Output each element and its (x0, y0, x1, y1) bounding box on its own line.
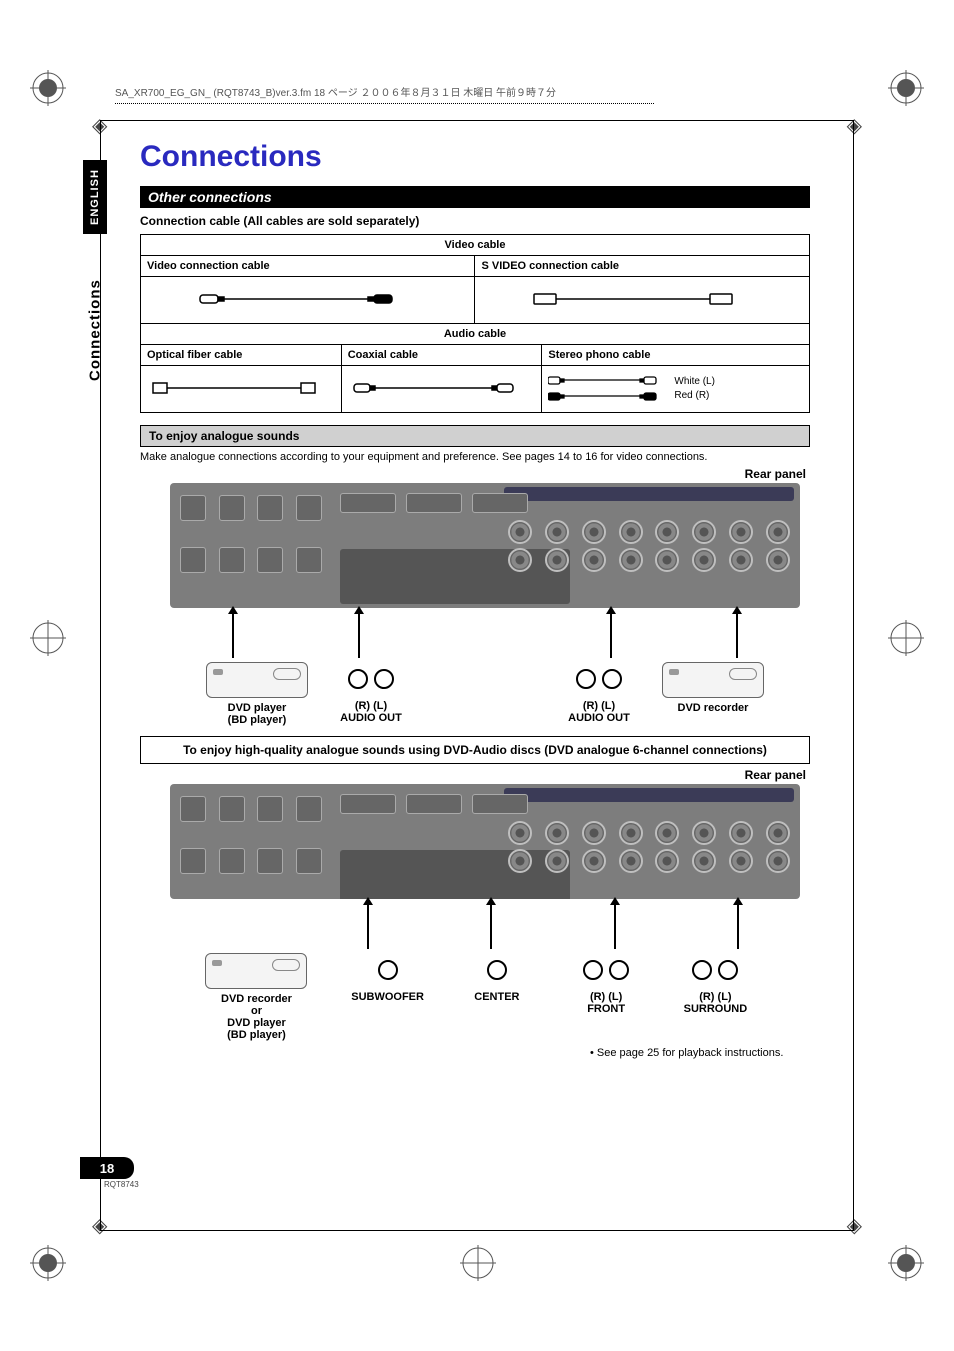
coaxial-cable-label: Coaxial cable (341, 345, 542, 366)
crop-mark-icon (460, 1245, 496, 1281)
audio-out-jacks-icon (574, 662, 624, 696)
dvd-recorder-device-icon (662, 662, 764, 698)
footnote: • See page 25 for playback instructions. (590, 1047, 810, 1059)
crop-mark-icon (30, 1245, 66, 1281)
page-code: RQT8743 (104, 1180, 139, 1189)
device-icon (205, 953, 307, 989)
audio-out-r-label: (R) (L) AUDIO OUT (542, 700, 656, 724)
arrow-down-icon (614, 903, 616, 949)
arrow-down-icon (737, 903, 739, 949)
coaxial-cable-icon (341, 366, 542, 413)
page-number-badge: 18 (80, 1157, 134, 1179)
rear-panel-illustration (170, 483, 800, 608)
diagram-analogue: DVD player (BD player) (R) (L) AUDIO OUT… (170, 483, 800, 726)
arrow-down-icon (232, 612, 234, 658)
dvd-player-label: DVD player (BD player) (200, 702, 314, 726)
analogue-bar: To enjoy analogue sounds (140, 425, 810, 447)
cable-table: Video cable Video connection cable S VID… (140, 234, 810, 413)
front-jacks-icon (581, 953, 631, 987)
page-title: Connections (140, 140, 810, 174)
video-connection-cable-label: Video connection cable (141, 256, 475, 277)
device-multi-label: DVD recorder or DVD player (BD player) (180, 993, 333, 1041)
audio-out-l-label: (R) (L) AUDIO OUT (314, 700, 428, 724)
dvd-recorder-label: DVD recorder (656, 702, 770, 714)
svideo-cable-icon (475, 277, 810, 324)
crop-mark-icon (888, 1245, 924, 1281)
side-section-label: Connections (83, 260, 107, 400)
video-cable-header: Video cable (141, 235, 810, 256)
arrow-down-icon (610, 612, 612, 658)
arrow-down-icon (490, 903, 492, 949)
phono-red-label: Red (R) (674, 389, 715, 403)
subwoofer-label: SUBWOOFER (333, 991, 442, 1003)
audio-cable-header: Audio cable (141, 324, 810, 345)
arrow-down-icon (358, 612, 360, 658)
rear-panel-label-2: Rear panel (140, 768, 806, 782)
cable-note: Connection cable (All cables are sold se… (140, 214, 810, 228)
crop-mark-icon (888, 70, 924, 106)
arrow-down-icon (736, 612, 738, 658)
phono-white-label: White (L) (674, 375, 715, 389)
language-tab: ENGLISH (83, 160, 107, 234)
svideo-connection-cable-label: S VIDEO connection cable (475, 256, 810, 277)
sub-jack-icon (363, 953, 413, 987)
surround-label: (R) (L) SURROUND (661, 991, 770, 1015)
callout-6ch: To enjoy high-quality analogue sounds us… (140, 736, 810, 764)
rear-panel-illustration (170, 784, 800, 899)
video-cable-icon (141, 277, 475, 324)
crop-mark-icon (30, 70, 66, 106)
crop-mark-icon (888, 620, 924, 656)
subheading-other-connections: Other connections (140, 186, 810, 208)
arrow-down-icon (367, 903, 369, 949)
audio-out-jacks-icon (346, 662, 396, 696)
crop-mark-icon (30, 620, 66, 656)
dvd-player-device-icon (206, 662, 308, 698)
phono-cable-label: Stereo phono cable (542, 345, 810, 366)
optical-cable-icon (141, 366, 342, 413)
front-label: (R) (L) FRONT (552, 991, 661, 1015)
analogue-text: Make analogue connections according to y… (140, 451, 810, 463)
center-jack-icon (472, 953, 522, 987)
rear-panel-label: Rear panel (140, 467, 806, 481)
page-header: SA_XR700_EG_GN_ (RQT8743_B)ver.3.fm 18 ペ… (115, 80, 654, 104)
optical-cable-label: Optical fiber cable (141, 345, 342, 366)
phono-cable-icon: White (L) Red (R) (542, 366, 810, 413)
surround-jacks-icon (690, 953, 740, 987)
diagram-6ch: DVD recorder or DVD player (BD player) S… (170, 784, 800, 1041)
center-label: CENTER (442, 991, 551, 1003)
